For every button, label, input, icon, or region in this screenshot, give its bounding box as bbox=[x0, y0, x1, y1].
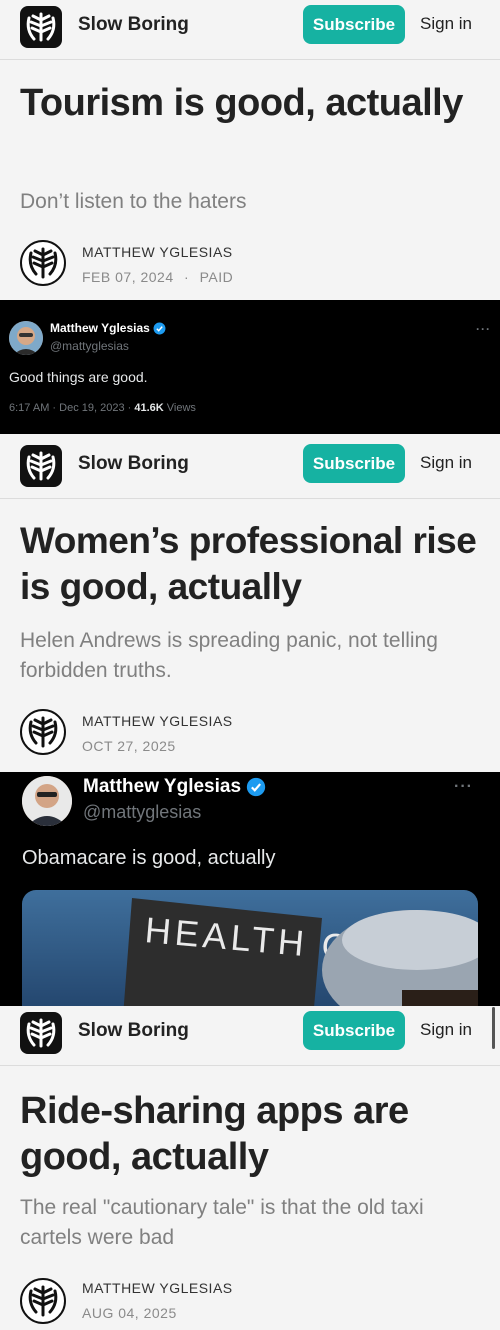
tweet-author-name[interactable]: Matthew Yglesias bbox=[83, 776, 266, 798]
scrollbar[interactable] bbox=[492, 1007, 495, 1049]
post-subtitle: Helen Andrews is spreading panic, not te… bbox=[20, 629, 438, 682]
author-avatar[interactable] bbox=[20, 240, 66, 286]
header-divider bbox=[0, 1065, 500, 1066]
tweet-views-label: Views bbox=[163, 402, 196, 414]
subscribe-button[interactable]: Subscribe bbox=[303, 1011, 405, 1050]
tweet-text: Good things are good. bbox=[9, 369, 148, 385]
site-header: Slow Boring Subscribe Sign in bbox=[0, 1006, 500, 1066]
site-header: Slow Boring Subscribe Sign in bbox=[0, 439, 500, 499]
post-date: FEB 07, 2024 bbox=[82, 269, 174, 285]
tweet-embed[interactable]: Matthew Yglesias @mattyglesias ··· Obama… bbox=[0, 772, 500, 1006]
paid-badge: PAID bbox=[199, 269, 234, 285]
tweet-text: Obamacare is good, actually bbox=[22, 847, 276, 869]
tweet-meta: 6:17 AM · Dec 19, 2023 · 41.6K Views bbox=[9, 402, 196, 414]
post-subtitle: The real "cautionary tale" is that the o… bbox=[20, 1196, 424, 1249]
tweet-timestamp[interactable]: 6:17 AM · Dec 19, 2023 · bbox=[9, 402, 134, 414]
slow-boring-logo[interactable] bbox=[20, 1012, 62, 1054]
subscribe-button[interactable]: Subscribe bbox=[303, 444, 405, 483]
post-title[interactable]: Ride-sharing apps are good, actually bbox=[20, 1088, 480, 1180]
header-divider bbox=[0, 498, 500, 499]
tweet-embed[interactable]: Matthew Yglesias @mattyglesias ··· Good … bbox=[0, 300, 500, 434]
site-name[interactable]: Slow Boring bbox=[78, 1020, 189, 1042]
tweet-author-name-text: Matthew Yglesias bbox=[83, 776, 242, 797]
verified-badge-icon bbox=[153, 322, 166, 335]
post-card-womens-rise: Slow Boring Subscribe Sign in Women’s pr… bbox=[0, 434, 500, 772]
post-subtitle: Don’t listen to the haters bbox=[20, 190, 247, 213]
post-title[interactable]: Tourism is good, actually bbox=[20, 80, 480, 126]
tweet-handle[interactable]: @mattyglesias bbox=[50, 339, 129, 353]
author-name[interactable]: MATTHEW YGLESIAS bbox=[82, 713, 233, 729]
site-header: Slow Boring Subscribe Sign in bbox=[0, 0, 500, 60]
post-card-ride-sharing: Slow Boring Subscribe Sign in Ride-shari… bbox=[0, 1006, 500, 1330]
tweet-avatar[interactable] bbox=[22, 776, 72, 826]
author-avatar[interactable] bbox=[20, 1278, 66, 1324]
slow-boring-logo[interactable] bbox=[20, 445, 62, 487]
post-date: AUG 04, 2025 bbox=[82, 1305, 177, 1321]
more-options-icon[interactable]: ··· bbox=[454, 778, 473, 796]
sign-in-link[interactable]: Sign in bbox=[420, 453, 472, 473]
verified-badge-icon bbox=[247, 777, 266, 797]
post-date: OCT 27, 2025 bbox=[82, 738, 176, 754]
tweet-handle[interactable]: @mattyglesias bbox=[83, 802, 201, 823]
tweet-media-image[interactable]: HEALTH CARE bbox=[22, 890, 478, 1006]
subscribe-button[interactable]: Subscribe bbox=[303, 5, 405, 44]
slow-boring-logo[interactable] bbox=[20, 6, 62, 48]
sign-in-link[interactable]: Sign in bbox=[420, 1020, 472, 1040]
tweet-avatar[interactable] bbox=[9, 321, 43, 355]
meta-separator: · bbox=[184, 269, 190, 285]
post-meta: FEB 07, 2024 · PAID bbox=[82, 269, 233, 285]
tweet-views-count: 41.6K bbox=[134, 402, 164, 414]
site-name[interactable]: Slow Boring bbox=[78, 453, 189, 475]
post-card-tourism: Slow Boring Subscribe Sign in Tourism is… bbox=[0, 0, 500, 300]
more-options-icon[interactable]: ··· bbox=[476, 322, 491, 336]
author-avatar[interactable] bbox=[20, 709, 66, 755]
author-name[interactable]: MATTHEW YGLESIAS bbox=[82, 244, 233, 260]
post-title[interactable]: Women’s professional rise is good, actua… bbox=[20, 518, 480, 610]
tweet-author-name-text: Matthew Yglesias bbox=[50, 321, 150, 335]
sign-in-link[interactable]: Sign in bbox=[420, 14, 472, 34]
tweet-author-name[interactable]: Matthew Yglesias bbox=[50, 321, 166, 335]
header-divider bbox=[0, 59, 500, 60]
author-name[interactable]: MATTHEW YGLESIAS bbox=[82, 1280, 233, 1296]
site-name[interactable]: Slow Boring bbox=[78, 14, 189, 36]
